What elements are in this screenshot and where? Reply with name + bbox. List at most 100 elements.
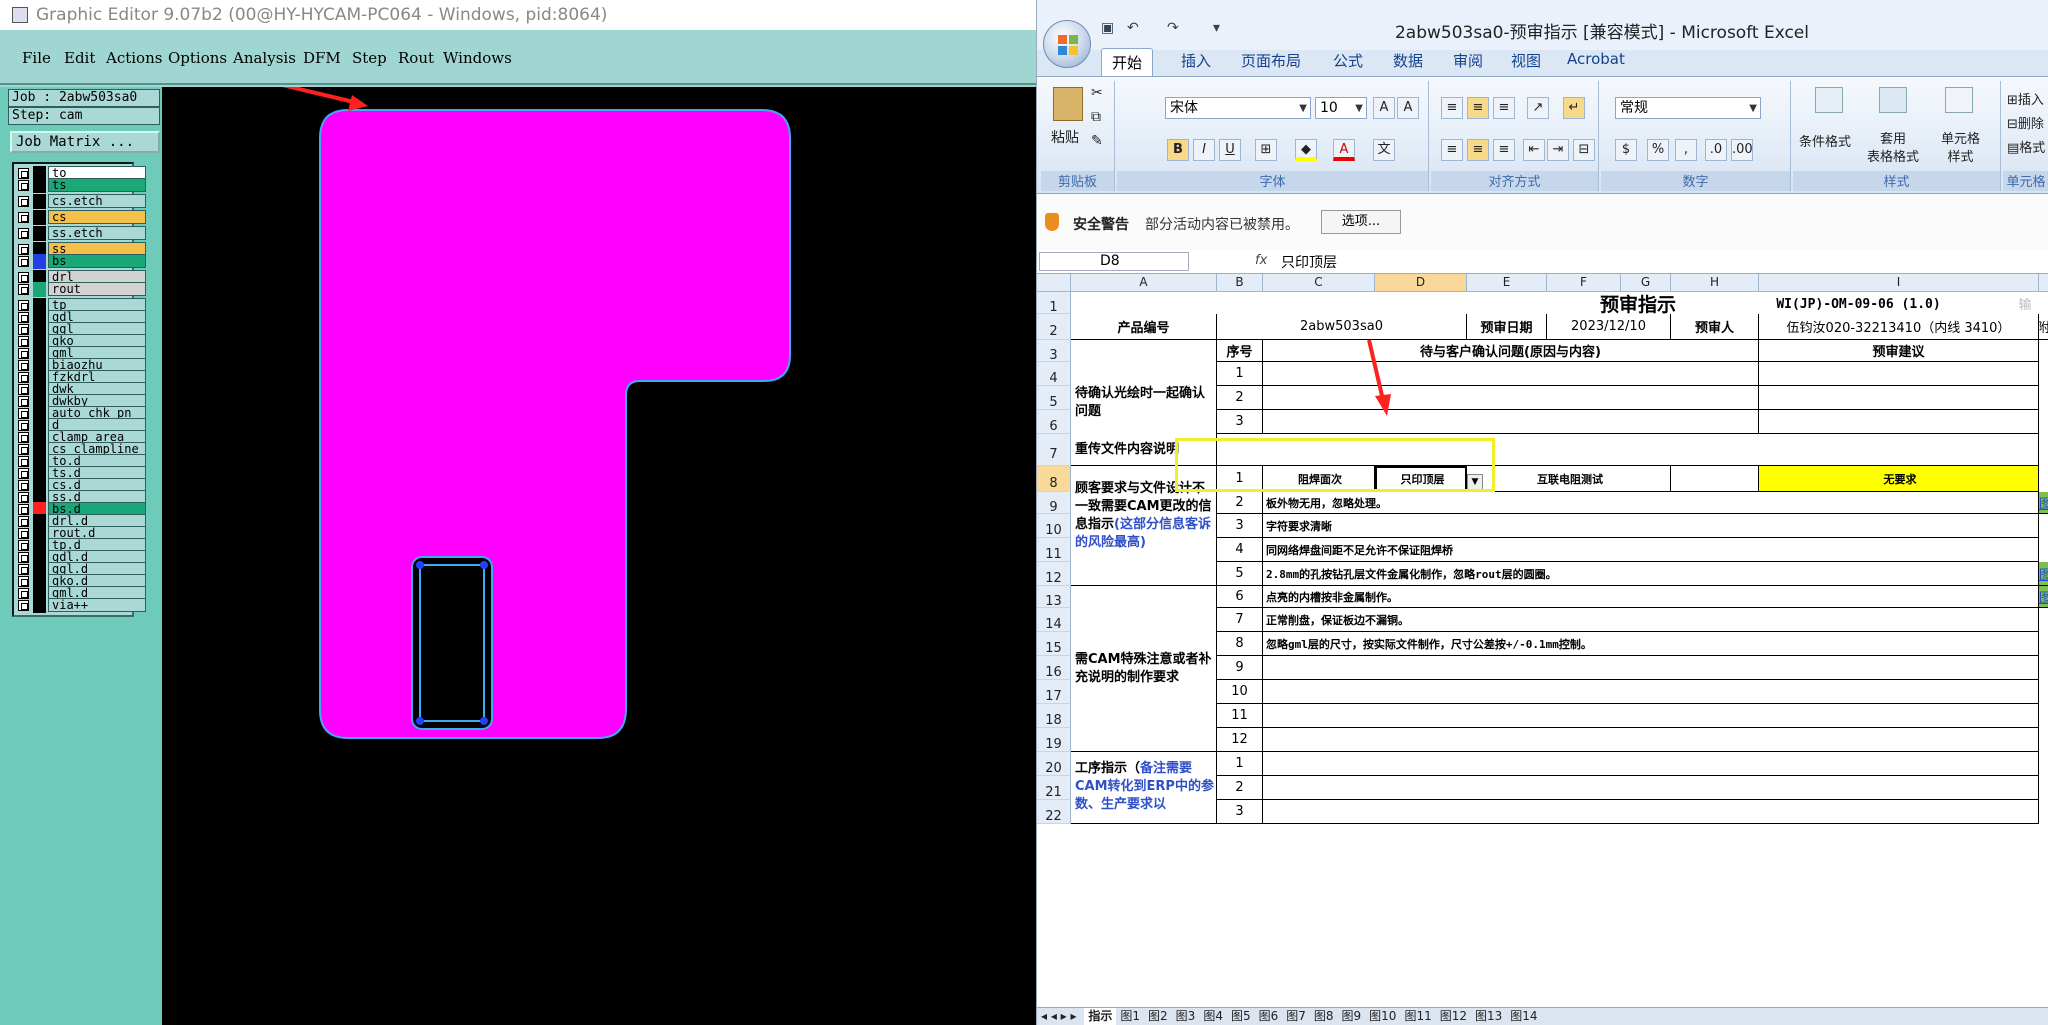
sheet-tab[interactable]: 图7 [1282,1008,1310,1025]
border-icon[interactable]: ⊞ [1255,139,1277,161]
seq-cell[interactable]: 3 [1217,800,1263,824]
layer-row[interactable]: via++ [16,598,146,613]
underline-icon[interactable]: U [1219,139,1241,161]
redo-icon[interactable]: ↷ [1167,20,1179,36]
format-as-table-icon[interactable] [1879,87,1907,113]
seq-cell[interactable]: 8 [1217,632,1263,656]
layer-checkbox[interactable] [18,228,29,239]
col-header-c[interactable]: C [1263,274,1375,292]
row-header[interactable]: 17 [1037,680,1071,704]
menu-actions[interactable]: Actions [106,49,162,67]
col-header-d[interactable]: D [1375,274,1467,292]
align-right-icon[interactable]: ≡ [1493,139,1515,161]
seq-cell[interactable]: 6 [1217,586,1263,608]
note-text[interactable] [1263,680,2039,704]
row-header[interactable]: 19 [1037,728,1071,752]
sheet-tab[interactable]: 图12 [1436,1008,1471,1025]
menu-windows[interactable]: Windows [443,49,512,67]
product-no-label[interactable]: 产品编号 [1071,314,1217,340]
seq-cell[interactable]: 3 [1217,410,1263,434]
sheet-tab[interactable]: 图10 [1365,1008,1400,1025]
layer-name[interactable]: via++ [48,598,146,612]
row-header[interactable]: 11 [1037,538,1071,562]
row-header[interactable]: 22 [1037,800,1071,824]
row-header[interactable]: 20 [1037,752,1071,776]
process-cell[interactable] [1263,752,2039,776]
row-header[interactable]: 21 [1037,776,1071,800]
layer-name[interactable]: rout [48,282,146,296]
seq-cell[interactable]: 2 [1217,776,1263,800]
date-label[interactable]: 预审日期 [1467,314,1547,340]
suggest-header[interactable]: 预审建议 [1759,340,2039,362]
row-header[interactable]: 1 [1037,292,1071,315]
orientation-icon[interactable]: ↗ [1527,97,1549,119]
product-no[interactable]: 2abw503sa0 [1217,314,1467,340]
sheet-tab[interactable]: 图9 [1338,1008,1366,1025]
align-center-icon[interactable]: ≡ [1467,139,1489,161]
col-header-j[interactable] [2039,274,2048,292]
percent-icon[interactable]: % [1647,139,1669,161]
layer-row[interactable]: rout [16,282,146,297]
layer-checkbox[interactable] [18,196,29,207]
number-format-select[interactable]: 常规 ▼ [1615,97,1761,119]
row-header[interactable]: 14 [1037,608,1071,632]
suggest-cell[interactable] [1759,362,2039,386]
delete-cells-button[interactable]: ⊟删除 [2007,113,2044,132]
sheet-tab[interactable]: 图8 [1310,1008,1338,1025]
row-header[interactable]: 18 [1037,704,1071,728]
note-link[interactable]: 图1!A1 [2039,492,2048,514]
row-header[interactable]: 12 [1037,562,1071,586]
name-box[interactable]: D8 [1039,252,1189,271]
seq-cell[interactable]: 10 [1217,680,1263,704]
shrink-font-icon[interactable]: A [1397,97,1419,119]
insert-cells-button[interactable]: ⊞插入 [2007,89,2044,108]
right-partial[interactable]: 附 [2039,314,2048,340]
tab-view[interactable]: 视图 [1511,50,1541,71]
note-text[interactable] [1263,656,2039,680]
row-header[interactable]: 2 [1037,314,1071,340]
doc-code[interactable]: WI(JP)-OM-09-06 (1.0) [1677,294,2037,314]
menu-analysis[interactable]: Analysis [233,49,296,67]
sheet-tab[interactable]: 图5 [1227,1008,1255,1025]
fill-color-icon[interactable]: ◆ [1295,139,1317,161]
layer-row[interactable]: ts [16,178,146,193]
sheet-tab[interactable]: 图2 [1144,1008,1172,1025]
seq-cell[interactable]: 1 [1217,752,1263,776]
issue-header[interactable]: 待与客户确认问题(原因与内容) [1263,340,1759,362]
note-link[interactable]: 图3!A1 [2039,586,2048,608]
layer-row[interactable]: cs [16,210,146,225]
seq-cell[interactable]: 3 [1217,514,1263,538]
sheet-nav-icon[interactable]: ◂ ◂ ▸ ▸ [1037,1008,1081,1025]
note-text[interactable] [1263,704,2039,728]
note-link[interactable]: 图2!A1 [2039,562,2048,586]
menu-edit[interactable]: Edit [64,49,95,67]
comma-icon[interactable]: , [1675,139,1697,161]
menu-options[interactable]: Options [168,49,227,67]
note-text[interactable]: 同网络焊盘间距不足允许不保证阻焊桥 [1263,538,2039,562]
font-color-icon[interactable]: A [1333,139,1355,161]
suggest-cell[interactable] [1759,386,2039,410]
conditional-format-icon[interactable] [1815,87,1843,113]
font-name-select[interactable]: 宋体 ▼ [1165,97,1311,119]
section-process-instructions[interactable]: 工序指示（备注需要CAM转化到ERP中的参数、生产要求以 [1071,752,1217,824]
align-top-icon[interactable]: ≡ [1441,97,1463,119]
format-cells-button[interactable]: ▤格式 [2007,137,2045,156]
extra-partial[interactable]: 输 [2001,294,2048,313]
process-cell[interactable] [1263,800,2039,824]
reviewer-value[interactable]: 伍钧汝020-32213410（内线 3410） [1759,314,2039,340]
align-left-icon[interactable]: ≡ [1441,139,1463,161]
layer-name[interactable]: ss.etch [48,226,146,240]
row-header[interactable]: 9 [1037,492,1071,515]
paste-button[interactable]: 粘贴 [1051,127,1079,147]
currency-icon[interactable]: $ [1615,139,1637,161]
phonetic-icon[interactable]: 文 [1373,139,1395,161]
layer-row[interactable]: ss.etch [16,226,146,241]
bold-icon[interactable]: B [1167,139,1189,161]
sheet-tab[interactable]: 图3 [1172,1008,1200,1025]
layer-checkbox[interactable] [18,212,29,223]
seq-cell[interactable]: 11 [1217,704,1263,728]
paste-icon[interactable] [1053,87,1083,121]
row-header[interactable]: 3 [1037,340,1071,363]
issue-cell[interactable] [1263,362,1759,386]
test-label[interactable]: 互联电阻测试 [1467,466,1671,492]
